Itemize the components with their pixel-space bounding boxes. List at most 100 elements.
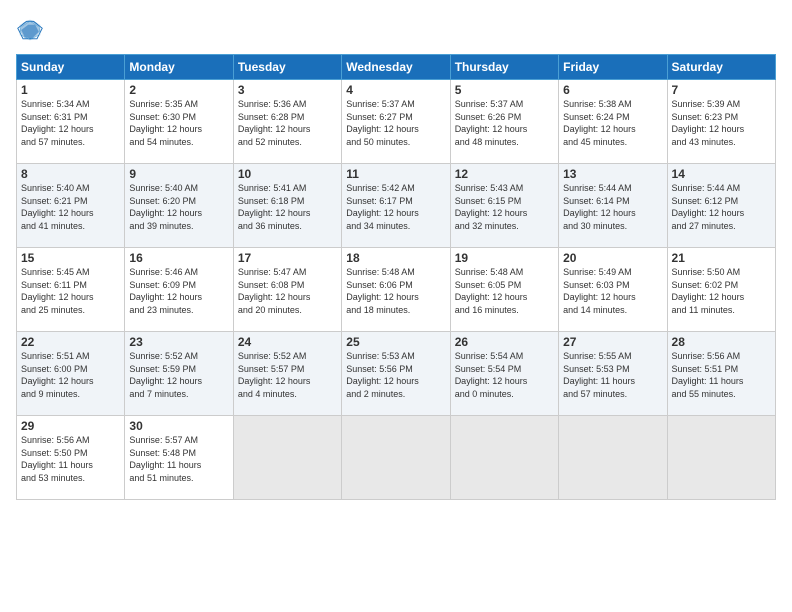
day-cell: 8Sunrise: 5:40 AM Sunset: 6:21 PM Daylig… [17,164,125,248]
day-info: Sunrise: 5:39 AM Sunset: 6:23 PM Dayligh… [672,98,771,148]
day-info: Sunrise: 5:44 AM Sunset: 6:12 PM Dayligh… [672,182,771,232]
day-number: 22 [21,335,120,349]
day-cell: 3Sunrise: 5:36 AM Sunset: 6:28 PM Daylig… [233,80,341,164]
day-info: Sunrise: 5:55 AM Sunset: 5:53 PM Dayligh… [563,350,662,400]
day-info: Sunrise: 5:54 AM Sunset: 5:54 PM Dayligh… [455,350,554,400]
day-info: Sunrise: 5:34 AM Sunset: 6:31 PM Dayligh… [21,98,120,148]
day-number: 30 [129,419,228,433]
day-info: Sunrise: 5:37 AM Sunset: 6:27 PM Dayligh… [346,98,445,148]
day-info: Sunrise: 5:42 AM Sunset: 6:17 PM Dayligh… [346,182,445,232]
day-cell: 2Sunrise: 5:35 AM Sunset: 6:30 PM Daylig… [125,80,233,164]
day-info: Sunrise: 5:52 AM Sunset: 5:59 PM Dayligh… [129,350,228,400]
day-number: 8 [21,167,120,181]
day-number: 5 [455,83,554,97]
day-info: Sunrise: 5:52 AM Sunset: 5:57 PM Dayligh… [238,350,337,400]
day-info: Sunrise: 5:37 AM Sunset: 6:26 PM Dayligh… [455,98,554,148]
day-cell [559,416,667,500]
day-info: Sunrise: 5:48 AM Sunset: 6:05 PM Dayligh… [455,266,554,316]
day-number: 25 [346,335,445,349]
day-info: Sunrise: 5:49 AM Sunset: 6:03 PM Dayligh… [563,266,662,316]
day-info: Sunrise: 5:50 AM Sunset: 6:02 PM Dayligh… [672,266,771,316]
day-cell: 1Sunrise: 5:34 AM Sunset: 6:31 PM Daylig… [17,80,125,164]
col-header-friday: Friday [559,55,667,80]
week-row-1: 1Sunrise: 5:34 AM Sunset: 6:31 PM Daylig… [17,80,776,164]
day-number: 11 [346,167,445,181]
day-number: 15 [21,251,120,265]
day-info: Sunrise: 5:43 AM Sunset: 6:15 PM Dayligh… [455,182,554,232]
page-header [16,16,776,44]
day-cell: 21Sunrise: 5:50 AM Sunset: 6:02 PM Dayli… [667,248,775,332]
week-row-3: 15Sunrise: 5:45 AM Sunset: 6:11 PM Dayli… [17,248,776,332]
day-cell: 17Sunrise: 5:47 AM Sunset: 6:08 PM Dayli… [233,248,341,332]
day-number: 2 [129,83,228,97]
day-cell: 9Sunrise: 5:40 AM Sunset: 6:20 PM Daylig… [125,164,233,248]
logo-icon [16,16,44,44]
day-cell: 11Sunrise: 5:42 AM Sunset: 6:17 PM Dayli… [342,164,450,248]
col-header-sunday: Sunday [17,55,125,80]
day-cell: 14Sunrise: 5:44 AM Sunset: 6:12 PM Dayli… [667,164,775,248]
day-cell: 29Sunrise: 5:56 AM Sunset: 5:50 PM Dayli… [17,416,125,500]
col-header-monday: Monday [125,55,233,80]
day-number: 4 [346,83,445,97]
col-header-saturday: Saturday [667,55,775,80]
day-cell: 10Sunrise: 5:41 AM Sunset: 6:18 PM Dayli… [233,164,341,248]
day-info: Sunrise: 5:36 AM Sunset: 6:28 PM Dayligh… [238,98,337,148]
day-cell: 15Sunrise: 5:45 AM Sunset: 6:11 PM Dayli… [17,248,125,332]
day-number: 1 [21,83,120,97]
day-number: 17 [238,251,337,265]
week-row-2: 8Sunrise: 5:40 AM Sunset: 6:21 PM Daylig… [17,164,776,248]
day-cell [342,416,450,500]
day-number: 9 [129,167,228,181]
day-cell: 6Sunrise: 5:38 AM Sunset: 6:24 PM Daylig… [559,80,667,164]
day-cell: 13Sunrise: 5:44 AM Sunset: 6:14 PM Dayli… [559,164,667,248]
day-number: 14 [672,167,771,181]
day-cell: 28Sunrise: 5:56 AM Sunset: 5:51 PM Dayli… [667,332,775,416]
day-cell [667,416,775,500]
day-cell: 5Sunrise: 5:37 AM Sunset: 6:26 PM Daylig… [450,80,558,164]
day-cell [450,416,558,500]
day-number: 13 [563,167,662,181]
day-cell: 4Sunrise: 5:37 AM Sunset: 6:27 PM Daylig… [342,80,450,164]
day-number: 21 [672,251,771,265]
day-info: Sunrise: 5:45 AM Sunset: 6:11 PM Dayligh… [21,266,120,316]
day-info: Sunrise: 5:47 AM Sunset: 6:08 PM Dayligh… [238,266,337,316]
day-info: Sunrise: 5:35 AM Sunset: 6:30 PM Dayligh… [129,98,228,148]
day-info: Sunrise: 5:56 AM Sunset: 5:50 PM Dayligh… [21,434,120,484]
day-cell [233,416,341,500]
day-number: 3 [238,83,337,97]
day-info: Sunrise: 5:38 AM Sunset: 6:24 PM Dayligh… [563,98,662,148]
day-cell: 12Sunrise: 5:43 AM Sunset: 6:15 PM Dayli… [450,164,558,248]
day-number: 19 [455,251,554,265]
day-info: Sunrise: 5:46 AM Sunset: 6:09 PM Dayligh… [129,266,228,316]
day-cell: 24Sunrise: 5:52 AM Sunset: 5:57 PM Dayli… [233,332,341,416]
day-number: 6 [563,83,662,97]
header-row: SundayMondayTuesdayWednesdayThursdayFrid… [17,55,776,80]
day-info: Sunrise: 5:48 AM Sunset: 6:06 PM Dayligh… [346,266,445,316]
day-cell: 25Sunrise: 5:53 AM Sunset: 5:56 PM Dayli… [342,332,450,416]
day-info: Sunrise: 5:41 AM Sunset: 6:18 PM Dayligh… [238,182,337,232]
day-info: Sunrise: 5:44 AM Sunset: 6:14 PM Dayligh… [563,182,662,232]
day-cell: 20Sunrise: 5:49 AM Sunset: 6:03 PM Dayli… [559,248,667,332]
day-info: Sunrise: 5:51 AM Sunset: 6:00 PM Dayligh… [21,350,120,400]
day-info: Sunrise: 5:56 AM Sunset: 5:51 PM Dayligh… [672,350,771,400]
day-cell: 26Sunrise: 5:54 AM Sunset: 5:54 PM Dayli… [450,332,558,416]
day-number: 23 [129,335,228,349]
day-info: Sunrise: 5:57 AM Sunset: 5:48 PM Dayligh… [129,434,228,484]
day-cell: 19Sunrise: 5:48 AM Sunset: 6:05 PM Dayli… [450,248,558,332]
day-cell: 23Sunrise: 5:52 AM Sunset: 5:59 PM Dayli… [125,332,233,416]
day-number: 28 [672,335,771,349]
col-header-thursday: Thursday [450,55,558,80]
day-number: 16 [129,251,228,265]
day-info: Sunrise: 5:53 AM Sunset: 5:56 PM Dayligh… [346,350,445,400]
week-row-4: 22Sunrise: 5:51 AM Sunset: 6:00 PM Dayli… [17,332,776,416]
day-number: 18 [346,251,445,265]
day-cell: 16Sunrise: 5:46 AM Sunset: 6:09 PM Dayli… [125,248,233,332]
day-cell: 22Sunrise: 5:51 AM Sunset: 6:00 PM Dayli… [17,332,125,416]
day-number: 20 [563,251,662,265]
day-number: 27 [563,335,662,349]
day-number: 7 [672,83,771,97]
day-number: 12 [455,167,554,181]
calendar-table: SundayMondayTuesdayWednesdayThursdayFrid… [16,54,776,500]
day-number: 29 [21,419,120,433]
week-row-5: 29Sunrise: 5:56 AM Sunset: 5:50 PM Dayli… [17,416,776,500]
